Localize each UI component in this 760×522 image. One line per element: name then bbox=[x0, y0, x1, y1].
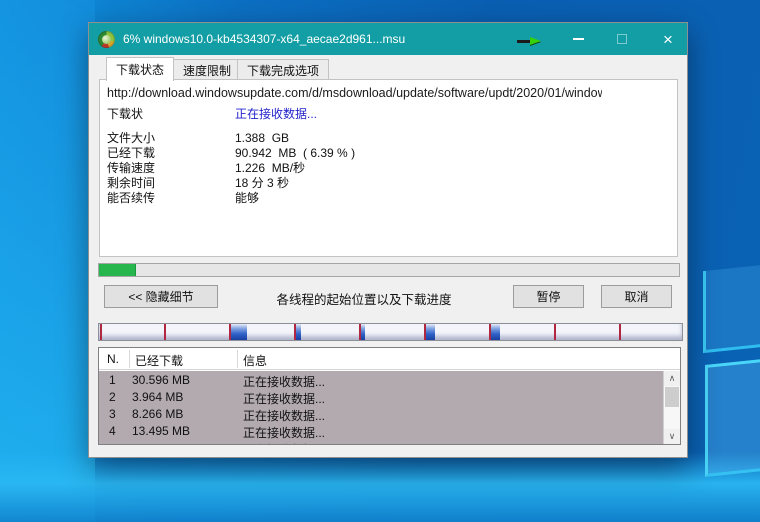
thread-start-tick bbox=[164, 324, 166, 340]
cancel-button[interactable]: 取消 bbox=[601, 285, 672, 308]
progress-fill bbox=[99, 264, 136, 276]
url-clipped-char: w bbox=[598, 86, 602, 100]
header-info[interactable]: 信息 bbox=[243, 352, 267, 369]
field-time-left: 剩余时间 18 分 3 秒 bbox=[107, 176, 667, 191]
wallpaper-window-logo-pane-top bbox=[703, 265, 760, 353]
status-panel: http://download.windowsupdate.com/d/msdo… bbox=[99, 79, 678, 257]
table-scrollbar[interactable]: ∧ ∨ bbox=[663, 371, 680, 444]
thread-start-tick bbox=[554, 324, 556, 340]
threads-caption: 各线程的起始位置以及下载进度 bbox=[224, 289, 504, 308]
header-downloaded[interactable]: 已经下载 bbox=[135, 352, 183, 369]
cell-number: 4 bbox=[109, 424, 116, 438]
cell-downloaded: 8.266 MB bbox=[132, 407, 183, 421]
table-row[interactable]: 4 13.495 MB 正在接收数据... bbox=[99, 422, 663, 439]
field-value: 1.226 MB/秒 bbox=[235, 161, 305, 176]
cell-info: 正在接收数据... bbox=[243, 441, 325, 444]
table-header[interactable]: N. 已经下载 信息 bbox=[99, 348, 680, 370]
table-row[interactable]: 3 8.266 MB 正在接收数据... bbox=[99, 405, 663, 422]
tab-download-complete-options[interactable]: 下载完成选项 bbox=[237, 59, 329, 80]
download-url: http://download.windowsupdate.com/d/msdo… bbox=[107, 86, 673, 100]
cell-number: 1 bbox=[109, 373, 116, 387]
idm-app-icon bbox=[98, 31, 115, 48]
idm-download-window: 6% windows10.0-kb4534307-x64_aecae2d961.… bbox=[88, 22, 688, 458]
table-row-partial[interactable]: 正在接收数据... bbox=[99, 439, 663, 444]
field-value: 1.388 GB bbox=[235, 131, 289, 146]
window-title: 6% windows10.0-kb4534307-x64_aecae2d961.… bbox=[123, 32, 405, 46]
field-transfer-rate: 传输速度 1.226 MB/秒 bbox=[107, 161, 667, 176]
thread-downloaded-blob bbox=[231, 324, 247, 340]
table-row[interactable]: 1 30.596 MB 正在接收数据... bbox=[99, 371, 663, 388]
status-fields: 下载状 正在接收数据... 文件大小 1.388 GB 已经下载 90.942 … bbox=[107, 107, 667, 206]
maximize-icon bbox=[617, 34, 627, 44]
cell-downloaded: 3.964 MB bbox=[132, 390, 183, 404]
thread-downloaded-blob bbox=[361, 324, 365, 340]
thread-start-tick bbox=[619, 324, 621, 340]
minimize-button[interactable] bbox=[557, 23, 599, 55]
maximize-button[interactable] bbox=[601, 23, 643, 55]
tab-speed-limit[interactable]: 速度限制 bbox=[173, 59, 241, 80]
thread-downloaded-blob bbox=[296, 324, 301, 340]
download-arrow-icon bbox=[517, 37, 543, 45]
field-label: 传输速度 bbox=[107, 161, 235, 176]
header-number[interactable]: N. bbox=[107, 352, 119, 366]
field-value: 90.942 MB ( 6.39 % ) bbox=[235, 146, 355, 161]
hide-details-button[interactable]: << 隐藏细节 bbox=[104, 285, 218, 308]
wallpaper-window-logo-pane-bottom bbox=[705, 359, 760, 477]
table-row[interactable]: 2 3.964 MB 正在接收数据... bbox=[99, 388, 663, 405]
overall-progress-bar bbox=[98, 263, 680, 277]
scrollbar-thumb[interactable] bbox=[665, 387, 679, 407]
thread-downloaded-blob bbox=[426, 324, 435, 340]
field-file-size: 文件大小 1.388 GB bbox=[107, 131, 667, 146]
scroll-down-icon[interactable]: ∨ bbox=[664, 429, 680, 444]
pause-button[interactable]: 暂停 bbox=[513, 285, 584, 308]
cell-downloaded: 30.596 MB bbox=[132, 373, 190, 387]
field-label: 下载状 bbox=[107, 107, 235, 122]
thread-start-tick bbox=[100, 324, 102, 340]
field-value: 能够 bbox=[235, 191, 259, 206]
field-downloaded: 已经下载 90.942 MB ( 6.39 % ) bbox=[107, 146, 667, 161]
field-download-status: 下载状 正在接收数据... bbox=[107, 107, 667, 122]
wallpaper-beam-left bbox=[0, 0, 95, 522]
column-separator[interactable] bbox=[129, 350, 130, 368]
tab-download-status[interactable]: 下载状态 bbox=[106, 57, 174, 81]
field-value: 正在接收数据... bbox=[235, 107, 317, 122]
field-label: 文件大小 bbox=[107, 131, 235, 146]
table-body: 1 30.596 MB 正在接收数据... 2 3.964 MB 正在接收数据.… bbox=[99, 371, 663, 444]
cell-number: 2 bbox=[109, 390, 116, 404]
thread-downloaded-blob bbox=[491, 324, 500, 340]
wallpaper-beam-bottom bbox=[0, 452, 760, 522]
close-button[interactable]: × bbox=[647, 23, 689, 55]
scroll-up-icon[interactable]: ∧ bbox=[664, 371, 680, 386]
field-value: 18 分 3 秒 bbox=[235, 176, 289, 191]
field-resume-capability: 能否续传 能够 bbox=[107, 191, 667, 206]
column-separator[interactable] bbox=[237, 350, 238, 368]
cell-downloaded: 13.495 MB bbox=[132, 424, 190, 438]
minimize-icon bbox=[573, 38, 584, 40]
close-icon: × bbox=[663, 31, 673, 48]
title-bar[interactable]: 6% windows10.0-kb4534307-x64_aecae2d961.… bbox=[89, 23, 687, 55]
field-label: 剩余时间 bbox=[107, 176, 235, 191]
field-label: 能否续传 bbox=[107, 191, 235, 206]
cell-number: 3 bbox=[109, 407, 116, 421]
field-label: 已经下载 bbox=[107, 146, 235, 161]
threads-table: N. 已经下载 信息 1 30.596 MB 正在接收数据... 2 3.964… bbox=[98, 347, 681, 445]
thread-bar bbox=[98, 323, 683, 341]
